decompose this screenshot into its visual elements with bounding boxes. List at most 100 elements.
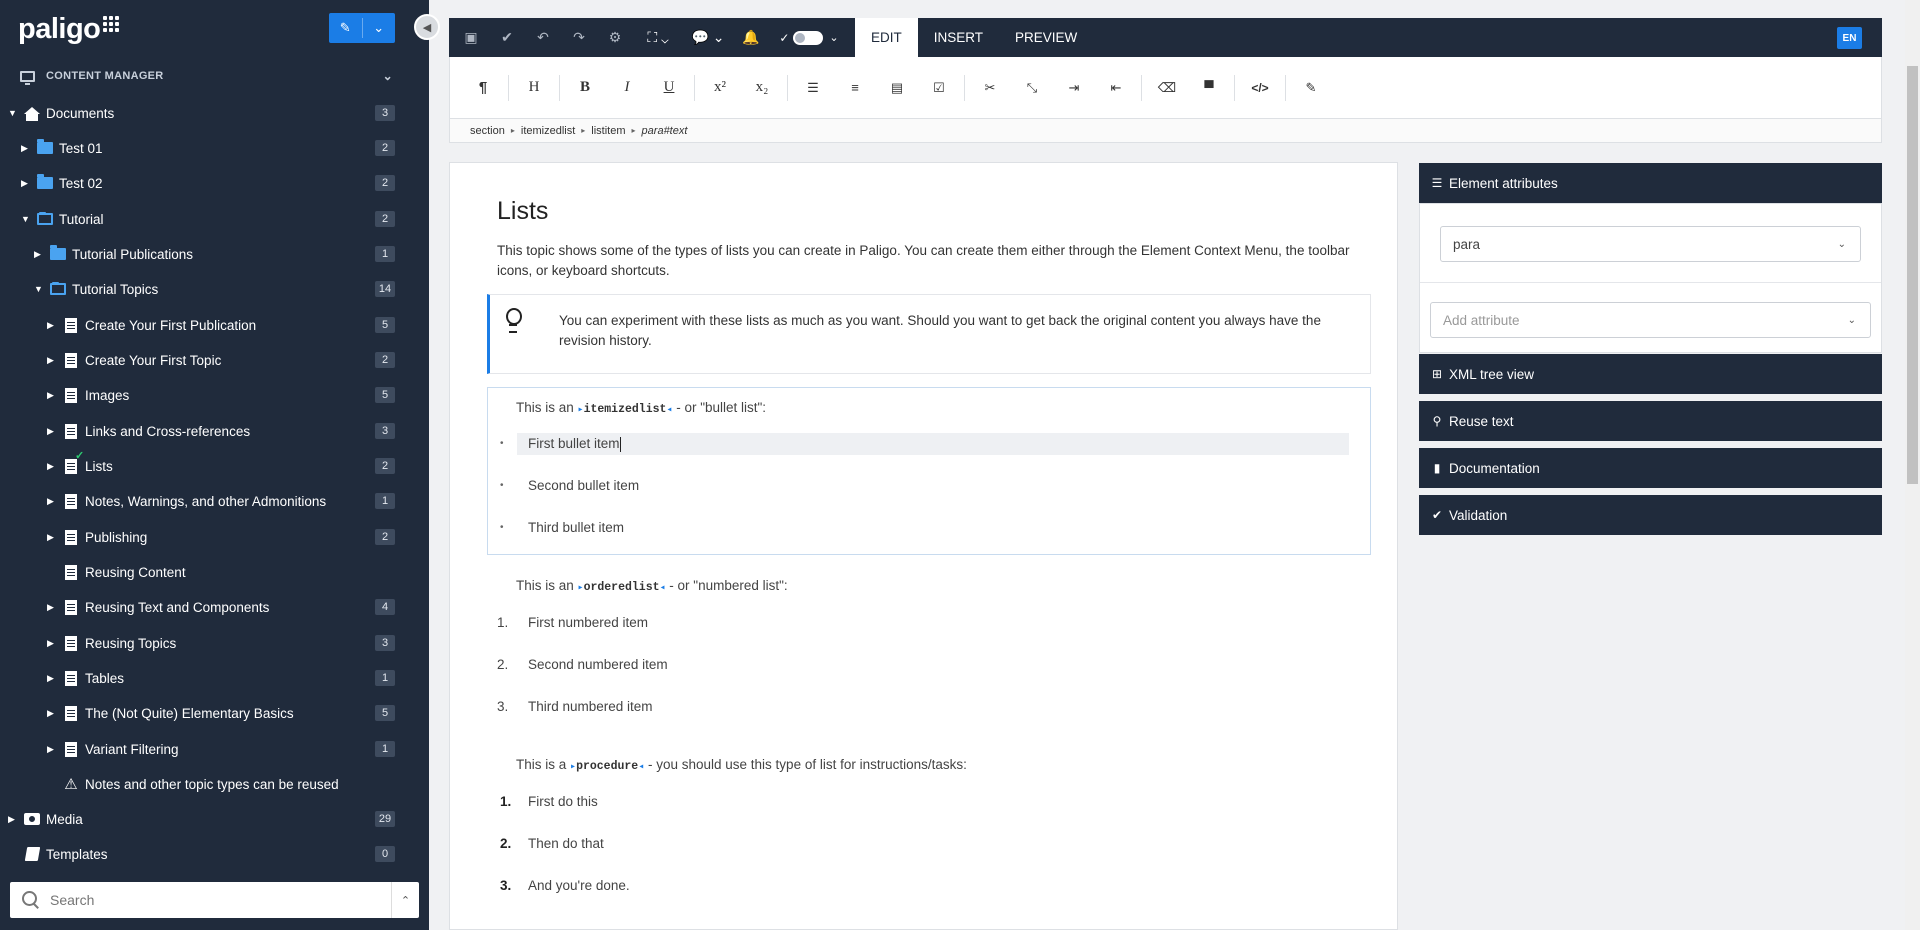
caret-right-icon[interactable]: ▶ xyxy=(47,744,59,755)
superscript-button[interactable]: x² xyxy=(699,79,741,96)
tree-item-notes-reused[interactable]: ⚠ Notes and other topic types can be reu… xyxy=(63,770,338,798)
tab-insert[interactable]: INSERT xyxy=(918,18,999,57)
tip-text[interactable]: You can experiment with these lists as m… xyxy=(559,311,1349,351)
list-intro[interactable]: This is an itemizedlist - or "bullet lis… xyxy=(516,400,766,416)
collapse-sidebar-button[interactable]: ◀ xyxy=(414,14,440,40)
underline-button[interactable]: U xyxy=(648,79,690,96)
tree-item-variant-filtering[interactable]: ▶ Variant Filtering xyxy=(47,735,179,763)
tree-item-tutorial-publications[interactable]: ▶ Tutorial Publications xyxy=(34,240,193,268)
step-item[interactable]: Then do that xyxy=(528,836,604,851)
documentation-header[interactable]: ▮ Documentation xyxy=(1419,448,1882,488)
element-attributes-header[interactable]: ☰ Element attributes xyxy=(1419,163,1882,203)
element-select[interactable]: para ⌄ xyxy=(1440,226,1861,262)
intro-paragraph[interactable]: This topic shows some of the types of li… xyxy=(497,241,1367,281)
caret-right-icon[interactable]: ▶ xyxy=(47,638,59,649)
page-title[interactable]: Lists xyxy=(497,197,548,226)
tree-item-publishing[interactable]: ▶ Publishing xyxy=(47,523,147,551)
tree-item-reusing-topics[interactable]: ▶ Reusing Topics xyxy=(47,629,176,657)
element-tag[interactable]: orderedlist xyxy=(578,581,666,594)
caret-right-icon[interactable]: ▶ xyxy=(47,355,59,366)
element-tag[interactable]: procedure xyxy=(570,760,644,773)
caret-right-icon[interactable]: ▶ xyxy=(47,708,59,719)
bullet-list-icon[interactable]: ☰ xyxy=(792,80,834,96)
validation-header[interactable]: ✔ Validation xyxy=(1419,495,1882,535)
tree-item-test-01[interactable]: ▶ Test 01 xyxy=(21,134,103,162)
step-item[interactable]: And you're done. xyxy=(528,878,630,893)
tree-item-notes-warnings[interactable]: ▶ Notes, Warnings, and other Admonitions xyxy=(47,487,326,515)
comments-icon[interactable]: 💬 ⌄ xyxy=(683,18,733,57)
caret-right-icon[interactable]: ▶ xyxy=(47,426,59,437)
language-badge[interactable]: EN xyxy=(1837,27,1862,49)
caret-right-icon[interactable]: ▶ xyxy=(47,320,59,331)
editor-canvas[interactable]: Lists This topic shows some of the types… xyxy=(449,162,1398,930)
tree-item-create-first-publication[interactable]: ▶ Create Your First Publication xyxy=(47,311,256,339)
breadcrumb-item[interactable]: itemizedlist xyxy=(521,125,575,137)
gear-icon[interactable]: ⚙ xyxy=(597,18,633,57)
bold-button[interactable]: B xyxy=(564,79,606,96)
indent-icon[interactable]: ⇥ xyxy=(1053,80,1095,96)
code-icon[interactable]: </> xyxy=(1239,81,1281,95)
itemized-list-block[interactable]: This is an itemizedlist - or "bullet lis… xyxy=(487,387,1371,555)
expand-icon[interactable]: ⛶ ⌄ xyxy=(633,18,683,57)
caret-right-icon[interactable]: ▶ xyxy=(34,249,46,260)
undo-icon[interactable]: ↶ xyxy=(525,18,561,57)
step-item[interactable]: First do this xyxy=(528,794,598,809)
tree-item-lists[interactable]: ▶ ✓ Lists xyxy=(47,450,113,480)
tip-note[interactable]: You can experiment with these lists as m… xyxy=(487,294,1371,374)
chevron-down-icon[interactable]: ⌄ xyxy=(383,69,393,83)
caret-right-icon[interactable]: ▶ xyxy=(21,178,33,189)
add-attribute-select[interactable]: Add attribute ⌄ xyxy=(1430,302,1871,338)
tree-item-reusing-content[interactable]: Reusing Content xyxy=(63,558,186,586)
tree-item-create-first-topic[interactable]: ▶ Create Your First Topic xyxy=(47,346,221,374)
caret-right-icon[interactable]: ▶ xyxy=(47,673,59,684)
italic-button[interactable]: I xyxy=(606,79,648,96)
eraser-icon[interactable]: ⌫ xyxy=(1146,80,1188,96)
tree-item-media[interactable]: ▶ Media xyxy=(8,805,83,833)
spellcheck-toggle[interactable]: ✓ ⌄ xyxy=(769,18,849,57)
heading-button[interactable]: H xyxy=(513,79,555,96)
new-content-button[interactable]: ✎ ⌄ xyxy=(329,13,395,43)
chevron-up-icon[interactable]: ⌃ xyxy=(391,882,419,918)
subscript-button[interactable]: x₂ xyxy=(741,79,783,96)
paragraph-icon[interactable]: ¶ xyxy=(462,79,504,96)
tree-item-tutorial-topics[interactable]: ▼ Tutorial Topics xyxy=(34,275,158,303)
caret-right-icon[interactable]: ▶ xyxy=(8,814,20,825)
search-input[interactable] xyxy=(50,892,380,908)
tree-item-documents[interactable]: ▼ Documents xyxy=(8,99,114,127)
collapse-icon[interactable]: ⤡ xyxy=(1011,80,1053,96)
numbered-list-icon[interactable]: ≡ xyxy=(834,80,876,95)
tree-item-links[interactable]: ▶ Links and Cross-references xyxy=(47,417,250,445)
checklist-icon[interactable]: ☑ xyxy=(918,80,960,96)
caret-right-icon[interactable]: ▶ xyxy=(21,143,33,154)
list-intro[interactable]: This is a procedure - you should use thi… xyxy=(516,757,967,773)
caret-right-icon[interactable]: ▶ xyxy=(47,496,59,507)
caret-right-icon[interactable]: ▶ xyxy=(47,602,59,613)
breadcrumb-item[interactable]: listitem xyxy=(591,125,625,137)
caret-down-icon[interactable]: ▼ xyxy=(8,108,20,118)
tab-edit[interactable]: EDIT xyxy=(855,18,918,57)
caret-right-icon[interactable]: ▶ xyxy=(47,390,59,401)
caret-down-icon[interactable]: ▼ xyxy=(21,214,33,224)
toggle-switch[interactable] xyxy=(793,30,824,45)
element-tag[interactable]: itemizedlist xyxy=(578,403,673,416)
reuse-text-header[interactable]: ⚲ Reuse text xyxy=(1419,401,1882,441)
tab-preview[interactable]: PREVIEW xyxy=(999,18,1093,57)
list-item[interactable]: First numbered item xyxy=(528,615,648,630)
scrollbar-thumb[interactable] xyxy=(1907,66,1918,484)
check-icon[interactable]: ✔ xyxy=(489,18,525,57)
pencil-icon[interactable]: ✎ xyxy=(1290,80,1332,96)
caret-down-icon[interactable]: ▼ xyxy=(34,284,46,294)
list-item[interactable]: Third numbered item xyxy=(528,699,653,714)
breadcrumb-item[interactable]: para#text xyxy=(642,125,688,137)
tree-item-tables[interactable]: ▶ Tables xyxy=(47,664,124,692)
edit-icon[interactable]: ✎ xyxy=(329,20,362,36)
list-item[interactable]: Third bullet item xyxy=(528,520,624,535)
tree-item-images[interactable]: ▶ Images xyxy=(47,381,129,409)
scissors-icon[interactable]: ✂ xyxy=(969,80,1011,96)
tree-item-test-02[interactable]: ▶ Test 02 xyxy=(21,169,103,197)
outdent-icon[interactable]: ⇤ xyxy=(1095,80,1137,96)
caret-right-icon[interactable]: ▶ xyxy=(47,461,59,472)
tree-item-tutorial[interactable]: ▼ Tutorial xyxy=(21,205,104,233)
chevron-down-icon[interactable]: ⌄ xyxy=(363,20,396,36)
list-item[interactable]: First bullet item xyxy=(528,436,621,452)
